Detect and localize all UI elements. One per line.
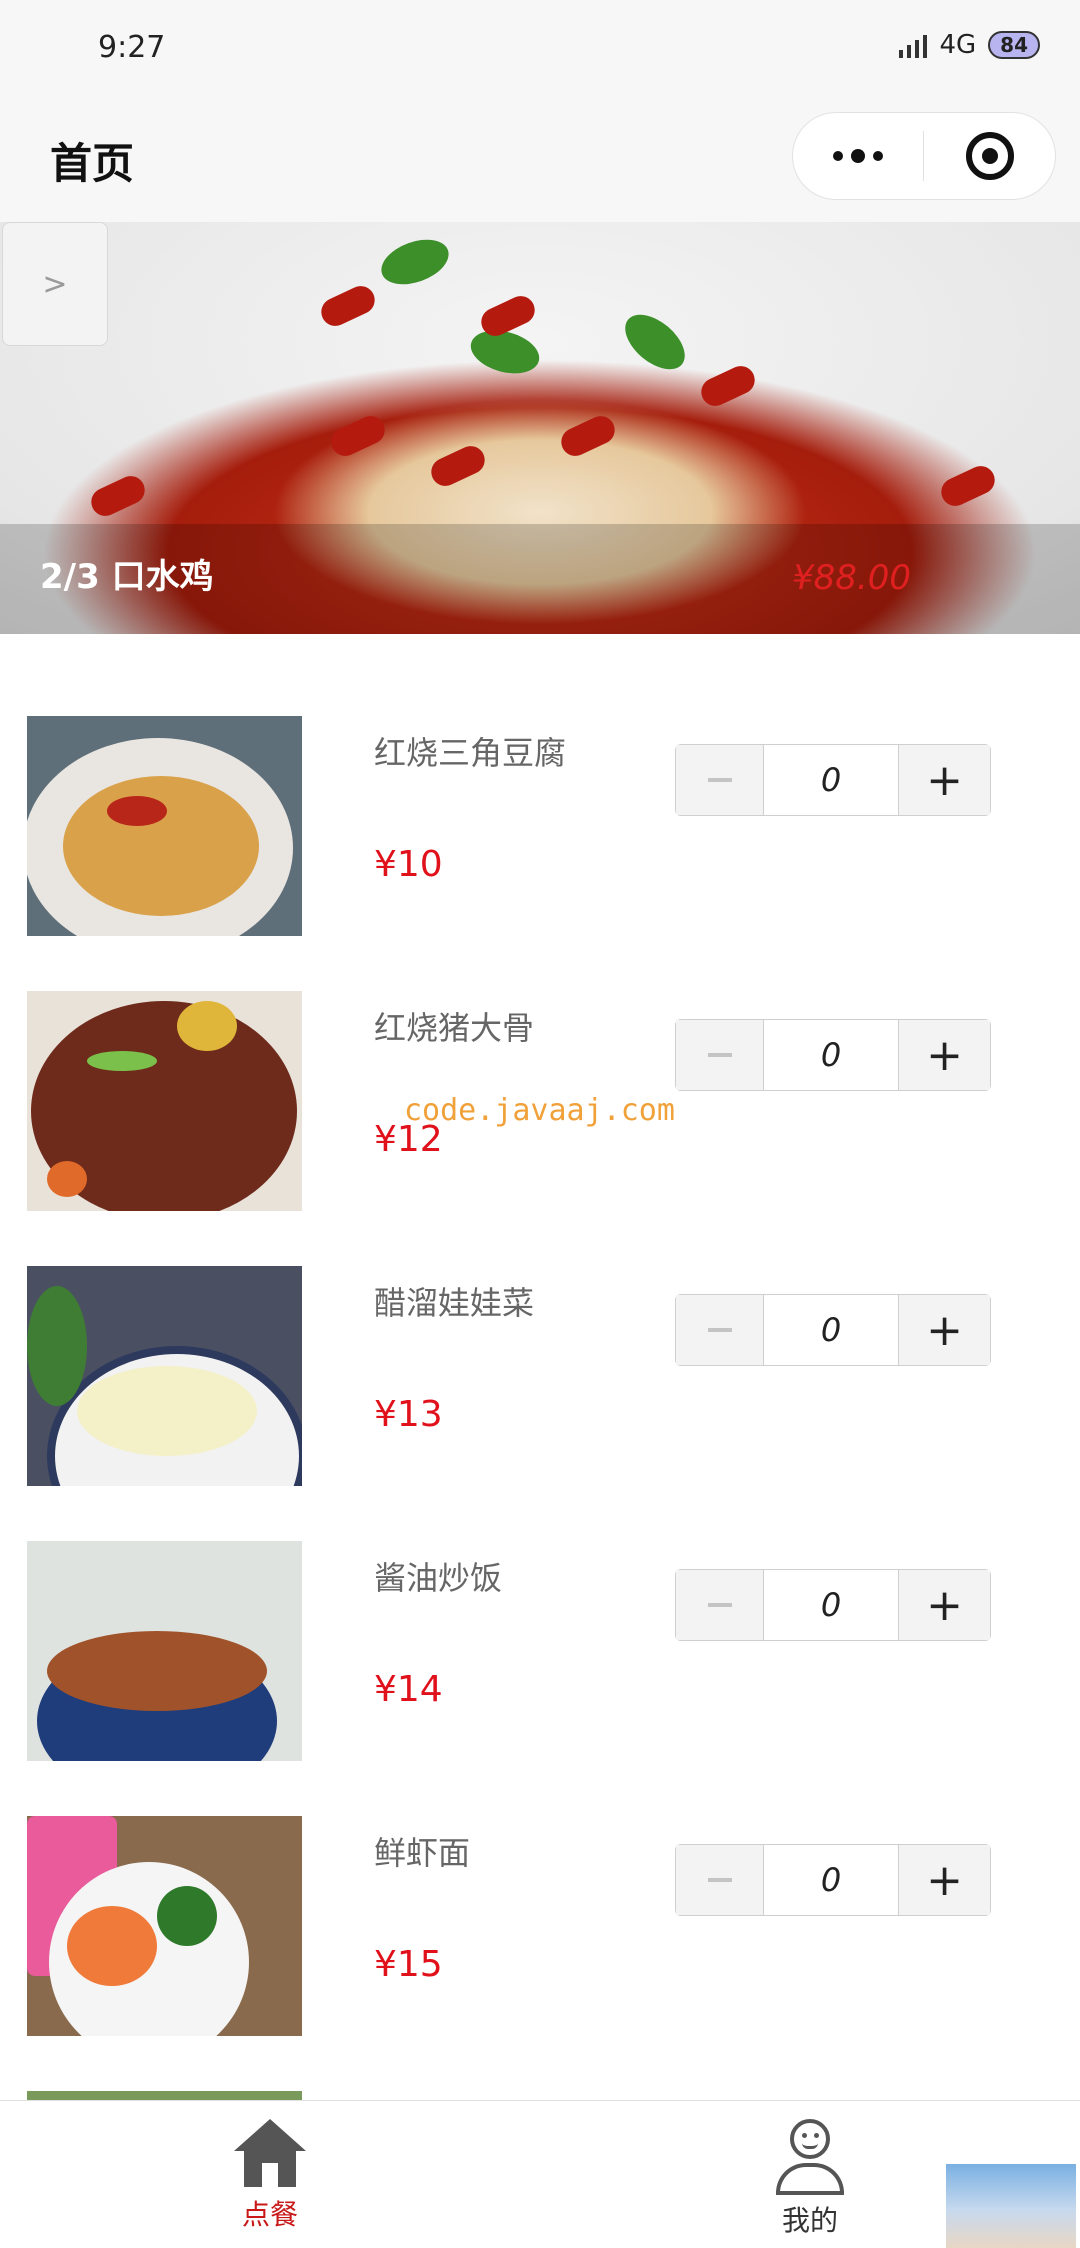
user-icon bbox=[774, 2119, 846, 2195]
corner-thumbnail-image bbox=[946, 2164, 1076, 2248]
quantity-value[interactable]: 0 bbox=[764, 745, 898, 815]
quantity-value[interactable]: 0 bbox=[764, 1845, 898, 1915]
quantity-stepper: 0 + bbox=[675, 1569, 991, 1641]
minus-icon bbox=[707, 1603, 732, 1607]
menu-item: 红烧三角豆腐 ¥10 0 + bbox=[0, 716, 1080, 991]
decrease-button[interactable] bbox=[676, 1570, 764, 1640]
chili-decor bbox=[936, 461, 1000, 511]
banner-price: ¥88.00 bbox=[792, 558, 911, 598]
dish-image bbox=[27, 1816, 302, 2036]
decrease-button[interactable] bbox=[676, 745, 764, 815]
chili-decor bbox=[696, 361, 760, 411]
dish-image bbox=[27, 1541, 302, 1761]
tab-order-label: 点餐 bbox=[241, 2198, 298, 2231]
quantity-value[interactable]: 0 bbox=[764, 1020, 898, 1090]
signal-icon bbox=[899, 32, 928, 58]
quantity-value[interactable]: 0 bbox=[764, 1295, 898, 1365]
watermark-text: code.javaaj.com bbox=[404, 1093, 675, 1128]
dish-name: 鲜虾面 bbox=[374, 1834, 471, 1872]
tab-mine[interactable]: 我的 bbox=[730, 2119, 890, 2239]
close-button[interactable] bbox=[924, 113, 1055, 199]
minus-icon bbox=[707, 1328, 732, 1332]
increase-button[interactable]: + bbox=[898, 1570, 990, 1640]
status-indicators: 4G 84 bbox=[899, 30, 1040, 60]
quantity-stepper: 0 + bbox=[675, 744, 991, 816]
decrease-button[interactable] bbox=[676, 1295, 764, 1365]
banner-caption: 2/3 口水鸡 bbox=[40, 557, 214, 597]
capsule-menu bbox=[792, 112, 1056, 200]
quantity-stepper: 0 + bbox=[675, 1844, 991, 1916]
nav-bar: 首页 bbox=[0, 100, 1080, 222]
dish-price: ¥13 bbox=[374, 1394, 443, 1435]
menu-item: 酱油炒饭 ¥14 0 + bbox=[0, 1541, 1080, 1816]
home-icon bbox=[234, 2119, 306, 2187]
dish-name: 醋溜娃娃菜 bbox=[374, 1284, 535, 1322]
dish-price: ¥15 bbox=[374, 1944, 443, 1985]
decrease-button[interactable] bbox=[676, 1845, 764, 1915]
chili-decor bbox=[326, 411, 390, 461]
quantity-stepper: 0 + bbox=[675, 1019, 991, 1091]
minus-icon bbox=[707, 1053, 732, 1057]
minus-icon bbox=[707, 778, 732, 782]
dish-price: ¥10 bbox=[374, 844, 443, 885]
cilantro-leaf-decor bbox=[375, 231, 455, 293]
banner-next-arrow[interactable]: > bbox=[2, 222, 108, 346]
quantity-value[interactable]: 0 bbox=[764, 1570, 898, 1640]
dish-image bbox=[27, 991, 302, 1211]
status-bar: 9:27 4G 84 bbox=[0, 0, 1080, 100]
increase-button[interactable]: + bbox=[898, 745, 990, 815]
chili-decor bbox=[86, 471, 150, 521]
target-circle-icon bbox=[965, 132, 1014, 180]
menu-list: 红烧三角豆腐 ¥10 0 + 红烧猪大骨 ¥12 0 + 醋溜娃娃菜 ¥13 0… bbox=[0, 716, 1080, 2111]
banner-carousel[interactable]: 2/3 口水鸡 ¥88.00 > bbox=[0, 222, 1080, 634]
chili-decor bbox=[556, 411, 620, 461]
dish-name: 红烧猪大骨 bbox=[374, 1009, 535, 1047]
increase-button[interactable]: + bbox=[898, 1295, 990, 1365]
dish-price: ¥14 bbox=[374, 1669, 443, 1710]
menu-item: 醋溜娃娃菜 ¥13 0 + bbox=[0, 1266, 1080, 1541]
chili-decor bbox=[316, 281, 380, 331]
dish-image bbox=[27, 716, 302, 936]
tab-bar: 点餐 我的 bbox=[0, 2100, 1080, 2248]
cilantro-leaf-decor bbox=[615, 304, 695, 380]
more-dots-icon[interactable] bbox=[793, 113, 923, 199]
menu-item: 鲜虾面 ¥15 0 + bbox=[0, 1816, 1080, 2091]
dish-name: 红烧三角豆腐 bbox=[374, 734, 567, 772]
dish-name: 酱油炒饭 bbox=[374, 1559, 503, 1597]
chili-decor bbox=[426, 441, 490, 491]
tab-mine-label: 我的 bbox=[781, 2204, 838, 2237]
increase-button[interactable]: + bbox=[898, 1845, 990, 1915]
status-time: 9:27 bbox=[98, 30, 166, 65]
network-label: 4G bbox=[939, 30, 977, 60]
menu-item: 红烧猪大骨 ¥12 0 + bbox=[0, 991, 1080, 1266]
minus-icon bbox=[707, 1878, 732, 1882]
dish-image bbox=[27, 1266, 302, 1486]
quantity-stepper: 0 + bbox=[675, 1294, 991, 1366]
increase-button[interactable]: + bbox=[898, 1020, 990, 1090]
page-title: 首页 bbox=[50, 139, 135, 188]
decrease-button[interactable] bbox=[676, 1020, 764, 1090]
battery-icon: 84 bbox=[988, 31, 1040, 59]
tab-order[interactable]: 点餐 bbox=[190, 2119, 350, 2239]
